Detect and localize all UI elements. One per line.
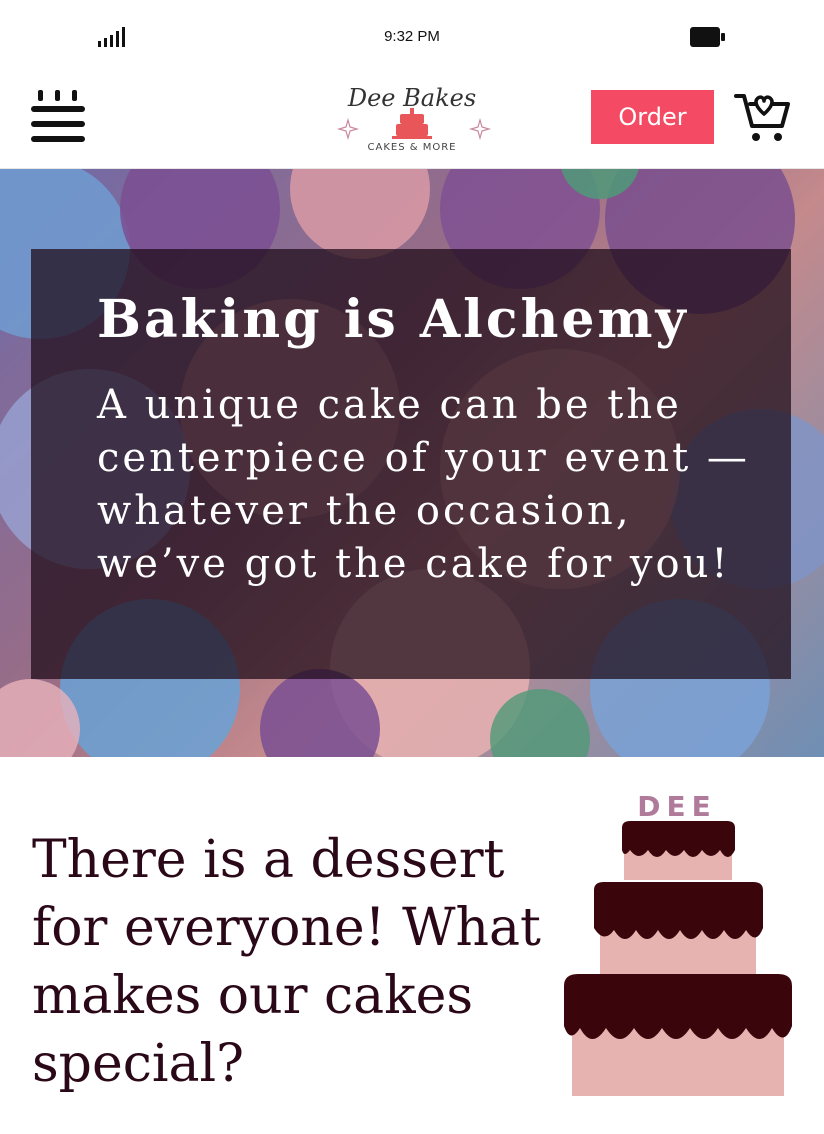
hero-text-panel: Baking is Alchemy A unique cake can be t… xyxy=(31,249,791,679)
dee-bakes-logo[interactable]: Dee Bakes CAKES & MORE xyxy=(330,78,495,158)
cake-illustration: DEE xyxy=(564,790,792,1096)
logo-cake-icon xyxy=(392,108,432,139)
cake-label: DEE xyxy=(637,790,717,823)
status-bar: 9:32 PM xyxy=(0,0,824,72)
hero-banner: Baking is Alchemy A unique cake can be t… xyxy=(0,169,824,757)
hero-description: A unique cake can be the centerpiece of … xyxy=(97,382,750,587)
hero-title: Baking is Alchemy xyxy=(97,289,689,350)
hamburger-menu-icon xyxy=(31,90,85,142)
cart-button[interactable] xyxy=(734,90,792,146)
cart-icon xyxy=(734,94,790,141)
intro-section: There is a dessert for everyone! What ma… xyxy=(0,758,824,1134)
logo-subtitle: CAKES & MORE xyxy=(368,142,457,153)
order-button[interactable]: Order xyxy=(591,90,714,144)
battery-icon xyxy=(690,27,725,47)
logo-title: Dee Bakes xyxy=(347,84,476,112)
menu-button[interactable] xyxy=(30,90,86,146)
site-header: Dee Bakes CAKES & MORE Order xyxy=(0,72,824,169)
section-heading: There is a dessert for everyone! What ma… xyxy=(32,830,541,1094)
